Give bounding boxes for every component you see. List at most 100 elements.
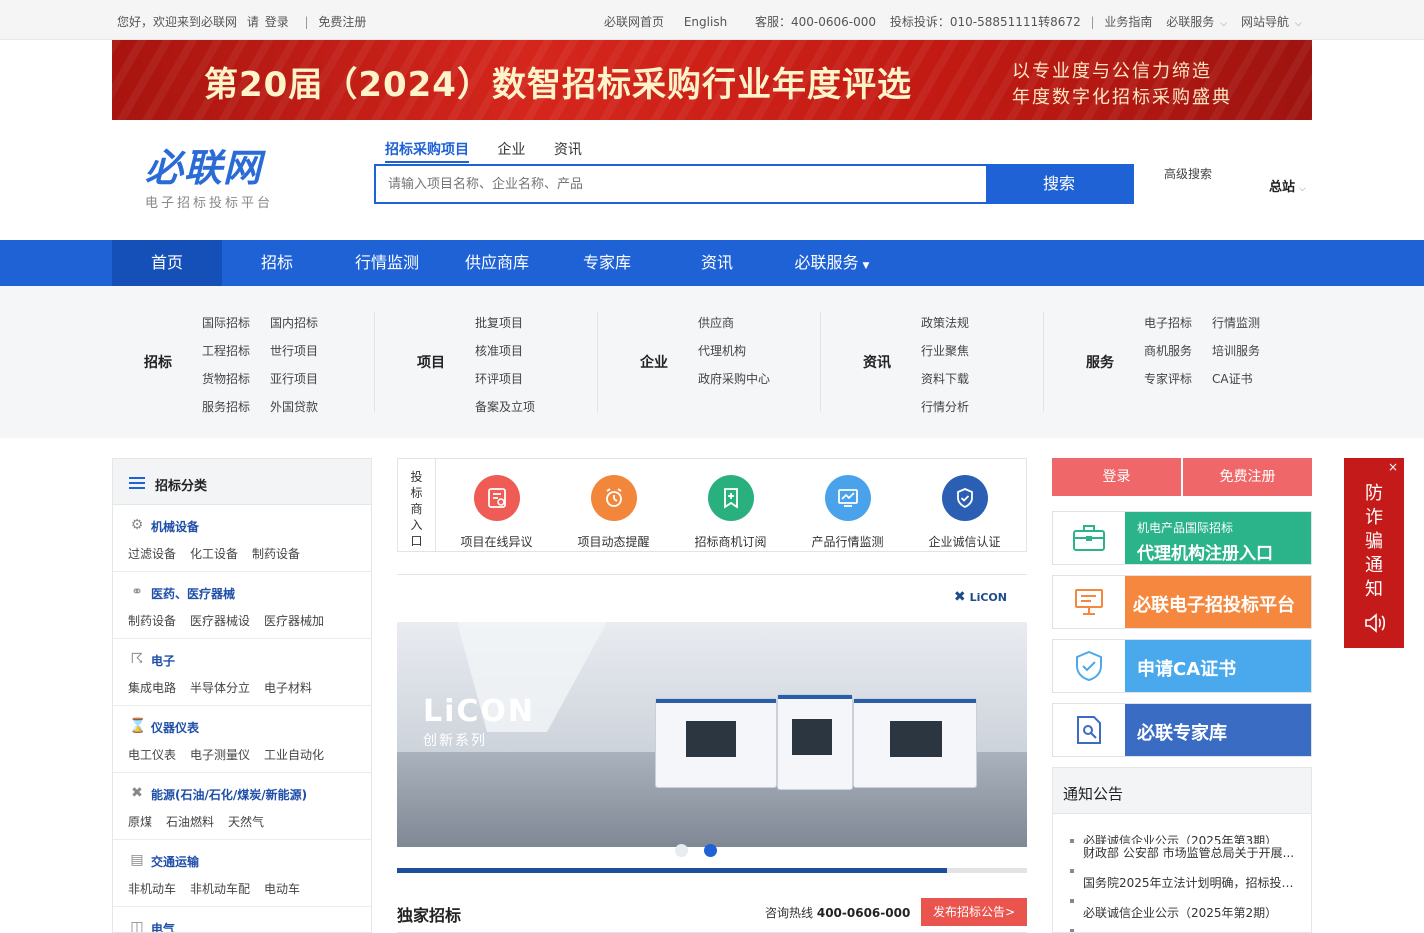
notice-item[interactable]: 必联诚信企业公示（2025年第2期） bbox=[1053, 904, 1303, 932]
category-link[interactable]: 资料下载 bbox=[921, 370, 969, 387]
subcategory-link[interactable]: 集成电路 bbox=[128, 681, 176, 695]
category-link[interactable]: 批复项目 bbox=[475, 314, 523, 331]
category-link[interactable]: 供应商 bbox=[698, 314, 734, 331]
entry-product-monitor[interactable]: 产品行情监测 bbox=[789, 459, 906, 551]
subcategory-link[interactable]: 电子材料 bbox=[264, 681, 312, 695]
subcategory-link[interactable]: 半导体分立 bbox=[190, 681, 250, 695]
tab-news[interactable]: 资讯 bbox=[554, 142, 582, 158]
category-link[interactable]: 政府采购中心 bbox=[698, 370, 770, 387]
subcategory-link[interactable]: 非机动车 bbox=[128, 882, 176, 896]
subcategory-link[interactable]: 制药设备 bbox=[128, 614, 176, 628]
register-button[interactable]: 免费注册 bbox=[1183, 458, 1312, 496]
sidebar-subcategories: 非机动车 非机动车配 电动车 bbox=[128, 880, 314, 897]
station-selector[interactable]: 总站 ⌵ bbox=[1269, 176, 1306, 195]
nav-home[interactable]: 首页 bbox=[112, 240, 222, 286]
tab-companies[interactable]: 企业 bbox=[497, 142, 525, 158]
search-button[interactable]: 搜索 bbox=[986, 166, 1132, 202]
machine-image bbox=[853, 698, 977, 788]
category-link[interactable]: 备案及立项 bbox=[475, 398, 535, 415]
category-link[interactable]: 商机服务 bbox=[1144, 342, 1192, 359]
ad-slider[interactable]: ✖ LiCON LiCON 创新系列 bbox=[397, 574, 1027, 874]
category-link[interactable]: 货物招标 bbox=[202, 370, 250, 387]
guide-link[interactable]: 业务指南 bbox=[1104, 15, 1152, 29]
ca-certificate-card[interactable]: 申请CA证书 bbox=[1052, 639, 1312, 693]
bl-service-menu[interactable]: 必联服务 bbox=[1166, 15, 1214, 29]
category-link[interactable]: 政策法规 bbox=[921, 314, 969, 331]
subcategory-link[interactable]: 天然气 bbox=[228, 815, 264, 829]
anti-fraud-notice[interactable]: × 防 诈 骗 通 知 bbox=[1344, 458, 1404, 648]
home-link[interactable]: 必联网首页 bbox=[604, 15, 664, 29]
search-input[interactable] bbox=[376, 166, 986, 202]
sidebar-category-title[interactable]: 机械设备 bbox=[151, 518, 199, 535]
register-link[interactable]: 免费注册 bbox=[318, 15, 366, 29]
sidebar-subcategories: 过滤设备 化工设备 制药设备 bbox=[128, 545, 314, 562]
category-link[interactable]: 代理机构 bbox=[698, 342, 746, 359]
subcategory-link[interactable]: 医疗器械加 bbox=[264, 614, 324, 628]
slider-dot[interactable] bbox=[675, 844, 688, 857]
category-link[interactable]: 专家评标 bbox=[1144, 370, 1192, 387]
subcategory-link[interactable]: 非机动车配 bbox=[190, 882, 250, 896]
notice-item[interactable]: 国务院2025年立法计划明确，招标投标... bbox=[1053, 874, 1303, 904]
category-link[interactable]: 培训服务 bbox=[1212, 342, 1260, 359]
sidebar-category-title[interactable]: 电气 bbox=[151, 920, 175, 932]
entry-credit-certification[interactable]: 企业诚信认证 bbox=[906, 459, 1023, 551]
expert-database-card[interactable]: 必联专家库 bbox=[1052, 703, 1312, 757]
category-link[interactable]: 国内招标 bbox=[270, 314, 318, 331]
promo-banner[interactable]: 第20届（2024）数智招标采购行业年度评选 以专业度与公信力缔造 年度数字化招… bbox=[112, 40, 1312, 120]
subcategory-link[interactable]: 医疗器械设 bbox=[190, 614, 250, 628]
logo-subtitle: 电子招标投标平台 bbox=[145, 196, 274, 211]
category-link[interactable]: 环评项目 bbox=[475, 370, 523, 387]
e-bidding-platform-card[interactable]: 必联电子招投标平台 bbox=[1052, 575, 1312, 629]
login-link[interactable]: 登录 bbox=[265, 15, 289, 29]
nav-bl-service[interactable]: 必联服务 ▼ bbox=[772, 240, 892, 286]
publish-notice-button[interactable]: 发布招标公告> bbox=[921, 898, 1027, 926]
subcategory-link[interactable]: 石油燃料 bbox=[166, 815, 214, 829]
sidebar-category-title[interactable]: 能源(石油/石化/煤炭/新能源) bbox=[151, 786, 307, 803]
category-link[interactable]: 行情分析 bbox=[921, 398, 969, 415]
advanced-search-link[interactable]: 高级搜索 bbox=[1164, 165, 1212, 182]
notice-item[interactable]: 必联诚信企业公示（2025年第3期） bbox=[1053, 814, 1303, 844]
subcategory-link[interactable]: 工业自动化 bbox=[264, 748, 324, 762]
category-link[interactable]: 外国贷款 bbox=[270, 398, 318, 415]
english-link[interactable]: English bbox=[684, 15, 727, 29]
category-link[interactable]: 工程招标 bbox=[202, 342, 250, 359]
nav-supplier-db[interactable]: 供应商库 bbox=[442, 240, 552, 286]
subcategory-link[interactable]: 电工仪表 bbox=[128, 748, 176, 762]
category-link[interactable]: 行业聚焦 bbox=[921, 342, 969, 359]
site-nav-menu[interactable]: 网站导航 bbox=[1241, 15, 1289, 29]
sidebar-category-title[interactable]: 电子 bbox=[151, 652, 175, 669]
sidebar-subcategories: 原煤 石油燃料 天然气 bbox=[128, 813, 278, 830]
subcategory-link[interactable]: 原煤 bbox=[128, 815, 152, 829]
category-group-company: 企业 供应商 代理机构 政府采购中心 bbox=[598, 310, 820, 414]
site-logo[interactable]: 必联网 电子招标投标平台 bbox=[145, 146, 305, 211]
category-link[interactable]: CA证书 bbox=[1212, 370, 1253, 387]
entry-online-objection[interactable]: 项目在线异议 bbox=[438, 459, 555, 551]
entry-tender-subscribe[interactable]: 招标商机订阅 bbox=[672, 459, 789, 551]
subcategory-link[interactable]: 电动车 bbox=[264, 882, 300, 896]
entry-dynamic-reminder[interactable]: 项目动态提醒 bbox=[555, 459, 672, 551]
sidebar-category-title[interactable]: 仪器仪表 bbox=[151, 719, 199, 736]
category-link[interactable]: 核准项目 bbox=[475, 342, 523, 359]
subcategory-link[interactable]: 过滤设备 bbox=[128, 547, 176, 561]
subcategory-link[interactable]: 电子测量仪 bbox=[190, 748, 250, 762]
category-link[interactable]: 亚行项目 bbox=[270, 370, 318, 387]
category-link[interactable]: 服务招标 bbox=[202, 398, 250, 415]
nav-tender[interactable]: 招标 bbox=[222, 240, 332, 286]
subcategory-link[interactable]: 化工设备 bbox=[190, 547, 238, 561]
tab-projects[interactable]: 招标采购项目 bbox=[385, 142, 469, 163]
login-button[interactable]: 登录 bbox=[1052, 458, 1181, 496]
category-link[interactable]: 世行项目 bbox=[270, 342, 318, 359]
category-link[interactable]: 电子招标 bbox=[1144, 314, 1192, 331]
sidebar-category-title[interactable]: 交通运输 bbox=[151, 853, 199, 870]
slider-dot-active[interactable] bbox=[704, 844, 717, 857]
category-link[interactable]: 行情监测 bbox=[1212, 314, 1260, 331]
nav-news[interactable]: 资讯 bbox=[662, 240, 772, 286]
sidebar-category-title[interactable]: 医药、医疗器械 bbox=[151, 585, 235, 602]
close-icon[interactable]: × bbox=[1388, 460, 1398, 474]
subcategory-link[interactable]: 制药设备 bbox=[252, 547, 300, 561]
nav-expert-db[interactable]: 专家库 bbox=[552, 240, 662, 286]
agency-register-card[interactable]: 机电产品国际招标 代理机构注册入口 bbox=[1052, 511, 1312, 565]
category-link[interactable]: 国际招标 bbox=[202, 314, 250, 331]
nav-market-monitor[interactable]: 行情监测 bbox=[332, 240, 442, 286]
notice-item[interactable]: 财政部 公安部 市场监管总局关于开展... bbox=[1053, 844, 1303, 874]
